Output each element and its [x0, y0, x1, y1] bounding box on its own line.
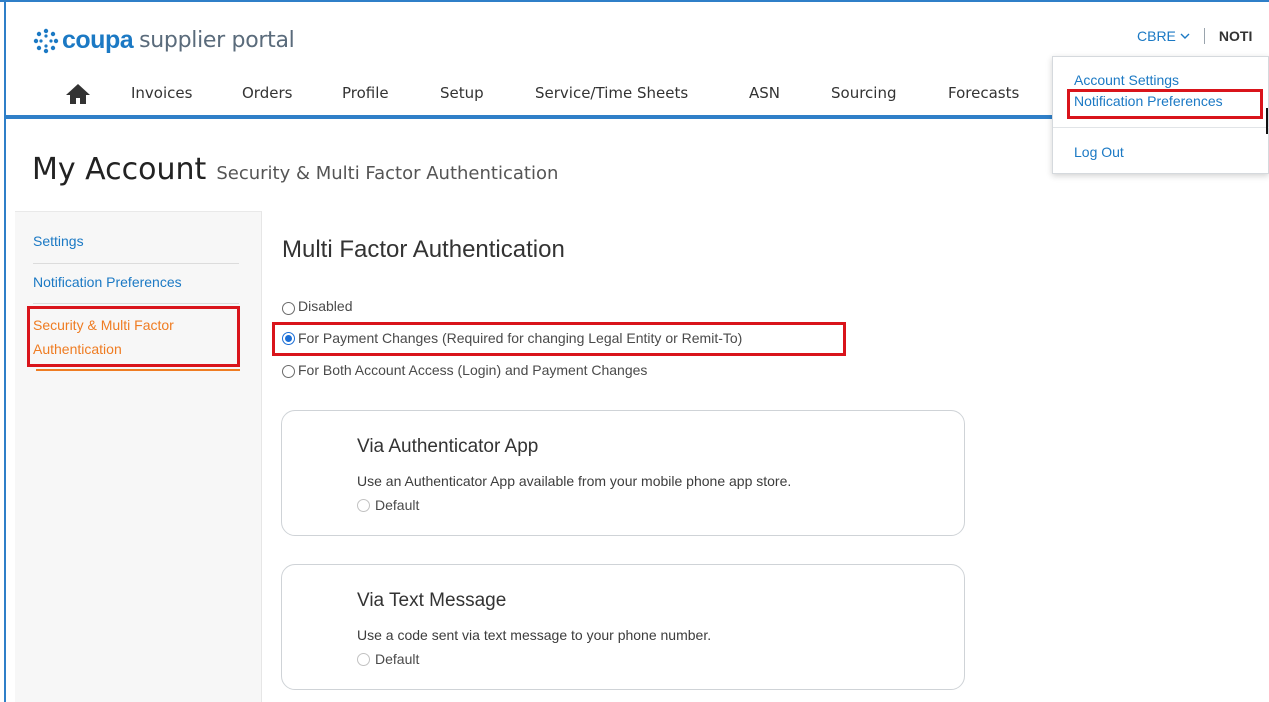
radio-label: Disabled — [298, 297, 353, 314]
radio-label: Default — [375, 651, 420, 667]
sidebar-divider — [33, 303, 239, 304]
nav-forecasts[interactable]: Forecasts — [948, 84, 1019, 102]
radio-button[interactable] — [282, 365, 295, 378]
card-description: Use an Authenticator App available from … — [357, 473, 792, 489]
menu-log-out[interactable]: Log Out — [1074, 144, 1124, 160]
mfa-method-card-authenticator: Via Authenticator App Use an Authenticat… — [281, 410, 965, 536]
mfa-method-card-text-message: Via Text Message Use a code sent via tex… — [281, 564, 965, 690]
coupa-logo-icon — [33, 28, 59, 53]
nav-setup[interactable]: Setup — [440, 84, 484, 102]
window-top-border — [0, 0, 1269, 2]
header-separator — [1203, 28, 1205, 44]
nav-sourcing[interactable]: Sourcing — [831, 84, 897, 102]
radio-button[interactable] — [357, 652, 370, 666]
radio-label: Default — [375, 497, 420, 513]
logo-subtitle: supplier portal — [139, 28, 295, 53]
text-cursor — [1266, 108, 1268, 134]
radio-label: For Both Account Access (Login) and Paym… — [298, 362, 648, 378]
card-title: Via Text Message — [357, 590, 507, 611]
card-title: Via Authenticator App — [357, 436, 539, 457]
page-title-main: My Account — [32, 152, 207, 187]
card-description: Use a code sent via text message to your… — [357, 627, 712, 643]
account-name: CBRE — [1137, 28, 1176, 44]
default-radio-text-message[interactable]: Default — [357, 651, 419, 667]
nav-invoices[interactable]: Invoices — [131, 84, 192, 102]
sidebar-item-notification-preferences[interactable]: Notification Preferences — [33, 274, 182, 290]
sidebar-divider — [33, 263, 239, 264]
page-title-subtitle: Security & Multi Factor Authentication — [216, 163, 559, 184]
logo-wordmark: coupa — [62, 26, 134, 54]
menu-account-settings[interactable]: Account Settings — [1074, 72, 1179, 88]
page-title: My Account Security & Multi Factor Authe… — [32, 152, 558, 187]
default-radio-authenticator[interactable]: Default — [357, 497, 419, 513]
account-switcher[interactable]: CBRE — [1137, 28, 1190, 44]
radio-button[interactable] — [282, 302, 295, 315]
nav-service-time-sheets[interactable]: Service/Time Sheets — [535, 84, 688, 102]
radio-button[interactable] — [357, 498, 370, 512]
nav-asn[interactable]: ASN — [749, 84, 780, 102]
sidebar-item-settings[interactable]: Settings — [33, 233, 84, 249]
radio-option-account-and-payment[interactable]: For Both Account Access (Login) and Paym… — [282, 362, 647, 378]
nav-profile[interactable]: Profile — [342, 84, 389, 102]
home-icon[interactable] — [65, 83, 91, 105]
section-title: Multi Factor Authentication — [282, 236, 565, 263]
nav-orders[interactable]: Orders — [242, 84, 292, 102]
sidebar-active-underline — [36, 369, 240, 371]
radio-option-disabled[interactable]: Disabled — [282, 296, 352, 315]
notifications-link[interactable]: NOTI — [1219, 28, 1252, 44]
chevron-down-icon — [1180, 33, 1190, 39]
menu-divider — [1053, 127, 1269, 128]
top-right-bar: CBRE NOTI — [1137, 28, 1252, 44]
highlight-box-radio — [272, 322, 846, 356]
coupa-logo[interactable]: coupa supplier portal — [32, 26, 295, 55]
highlight-box-sidebar — [27, 306, 240, 367]
highlight-box-menu — [1067, 89, 1263, 119]
